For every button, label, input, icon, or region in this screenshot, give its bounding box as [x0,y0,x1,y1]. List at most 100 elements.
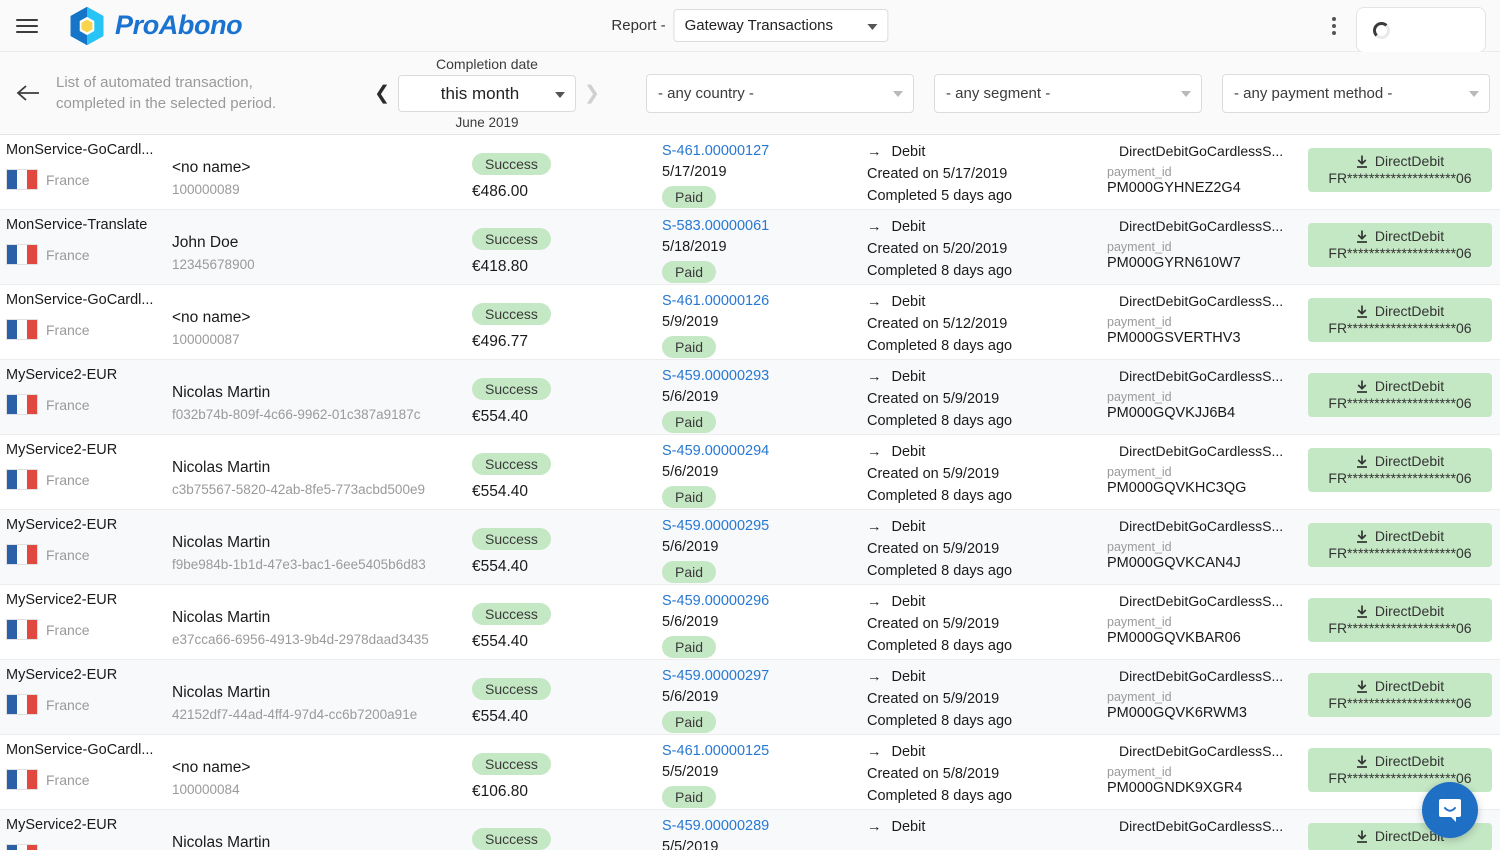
invoice-link[interactable]: S-459.00000289 [662,818,867,834]
user-account-box[interactable] [1356,7,1486,53]
completed-text: Completed 8 days ago [867,638,1013,654]
download-icon [1356,305,1367,318]
country-filter-select[interactable]: - any country - [646,73,914,113]
chat-bubble-icon [1439,799,1461,822]
customer-reference: 100000089 [172,182,240,197]
table-row[interactable]: MyService2-EUR France Nicolas Martin f9b… [0,510,1500,585]
invoice-link[interactable]: S-459.00000293 [662,368,867,384]
status-badge: Success [472,153,551,175]
payment-method-chip[interactable]: DirectDebit FR********************06 [1308,598,1492,642]
france-flag-icon [6,619,38,640]
chat-launcher-button[interactable] [1422,782,1478,838]
payment-method-chip[interactable]: DirectDebit FR********************06 [1308,223,1492,267]
gateway-payment-id: PM000GYRN610W7 [1107,255,1241,271]
period-sublabel: June 2019 [455,115,519,130]
back-arrow-icon[interactable] [14,79,42,107]
invoice-link[interactable]: S-459.00000296 [662,593,867,609]
invoice-link[interactable]: S-461.00000126 [662,293,867,309]
gateway-payment-id: PM000GQVKCAN4J [1107,555,1241,571]
completion-date-picker: Completion date ❮ this month ❯ June 2019 [362,56,612,130]
table-row[interactable]: MyService2-EUR France Nicolas Martin e37… [0,585,1500,660]
cell-customer: Nicolas Martin 42152df7-44ad-4ff4-97d4-c… [172,660,472,734]
invoice-link[interactable]: S-583.00000061 [662,218,867,234]
gateway-payment-id: PM000GQVKHC3QG [1107,480,1247,496]
method-label: DirectDebit [1374,753,1445,769]
method-label: DirectDebit [1374,453,1445,469]
transaction-amount: €486.00 [472,183,529,200]
masked-iban: FR********************06 [1328,395,1472,411]
invoice-link[interactable]: S-459.00000297 [662,668,867,684]
transaction-amount: €496.77 [472,333,529,350]
invoice-date: 5/5/2019 [662,764,719,780]
invoice-status-wrap: Paid [662,336,867,358]
brand-name: ProAbono [115,10,243,40]
table-row[interactable]: MyService2-EUR France Nicolas Martin c3b… [0,435,1500,510]
invoice-link[interactable]: S-459.00000295 [662,518,867,534]
invoice-link[interactable]: S-459.00000294 [662,443,867,459]
country-group: France [6,394,172,415]
customer-name: Nicolas Martin [172,684,271,701]
masked-iban: FR********************06 [1328,320,1472,336]
cell-service: MyService2-EUR France [0,585,172,659]
arrow-right-icon: → [867,519,882,535]
invoice-status-badge: Paid [662,786,717,808]
period-select[interactable]: this month [398,75,576,112]
payment-method-chip[interactable]: DirectDebit FR********************06 [1308,673,1492,717]
invoice-link[interactable]: S-461.00000125 [662,743,867,759]
table-row[interactable]: MyService2-EUR France Nicolas Martin f03… [0,360,1500,435]
payment-method-chip[interactable]: DirectDebit FR********************06 [1308,523,1492,567]
gateway-key-label: payment_id [1107,165,1172,179]
table-row[interactable]: MonService-Translate France John Doe 123… [0,210,1500,285]
cell-status: Success [472,810,662,850]
invoice-link[interactable]: S-461.00000127 [662,143,867,159]
service-name: MyService2-EUR [6,367,118,383]
customer-reference: 100000084 [172,782,240,797]
download-icon [1356,380,1367,393]
cell-gateway: DirectDebitGoCardlessS... payment_id PM0… [1107,435,1304,509]
cell-status: Success €486.00 [472,135,662,209]
table-row[interactable]: MyService2-EUR France Nicolas Martin Suc… [0,810,1500,850]
cell-payment-method: DirectDebit FR********************06 [1304,135,1500,209]
proabono-hexagon-icon [70,6,104,45]
cell-customer: Nicolas Martin e37cca66-6956-4913-9b4d-2… [172,585,472,659]
status-badge: Success [472,678,551,700]
payment-method-filter-select[interactable]: - any payment method - [1222,73,1490,113]
payment-method-chip[interactable]: DirectDebit FR********************06 [1308,373,1492,417]
transactions-table[interactable]: MonService-GoCardl... France <no name> 1… [0,135,1500,850]
created-on-text: Created on 5/12/2019 [867,316,1008,332]
table-row[interactable]: MyService2-EUR France Nicolas Martin 421… [0,660,1500,735]
download-icon [1356,530,1367,543]
invoice-status-wrap: Paid [662,636,867,658]
table-row[interactable]: MonService-GoCardl... France <no name> 1… [0,135,1500,210]
service-name: MyService2-EUR [6,517,118,533]
gateway-key-label: payment_id [1107,690,1172,704]
report-select[interactable]: Gateway Transactions [673,9,889,42]
chevron-right-icon[interactable]: ❯ [582,84,602,103]
table-row[interactable]: MonService-GoCardl... France <no name> 1… [0,285,1500,360]
method-label: DirectDebit [1374,303,1445,319]
service-name: MonService-GoCardl... [6,742,154,758]
cell-service: MyService2-EUR France [0,660,172,734]
kebab-menu-icon[interactable] [1328,13,1340,39]
payment-method-chip[interactable]: DirectDebit FR********************06 [1308,298,1492,342]
segment-filter-select[interactable]: - any segment - [934,73,1202,113]
arrow-right-icon: → [867,444,882,460]
completion-date-label: Completion date [436,56,538,72]
cell-status: Success €418.80 [472,210,662,284]
france-flag-icon [6,244,38,265]
download-icon [1356,155,1367,168]
brand-logo-group[interactable]: ProAbono [68,6,243,46]
cell-flow: → Debit Created on 5/9/2019 Completed 8 … [867,585,1107,659]
masked-iban: FR********************06 [1328,620,1472,636]
invoice-status-wrap: Paid [662,561,867,583]
payment-method-chip[interactable]: DirectDebit FR********************06 [1308,448,1492,492]
france-flag-icon [6,694,38,715]
completed-text: Completed 8 days ago [867,263,1013,279]
cell-customer: <no name> 100000087 [172,285,472,359]
table-row[interactable]: MonService-GoCardl... France <no name> 1… [0,735,1500,810]
hamburger-icon[interactable] [16,18,38,33]
arrow-right-icon: → [867,744,882,760]
payment-method-chip[interactable]: DirectDebit FR********************06 [1308,148,1492,192]
chevron-left-icon[interactable]: ❮ [372,84,392,103]
flow-type-label: Debit [891,294,926,310]
